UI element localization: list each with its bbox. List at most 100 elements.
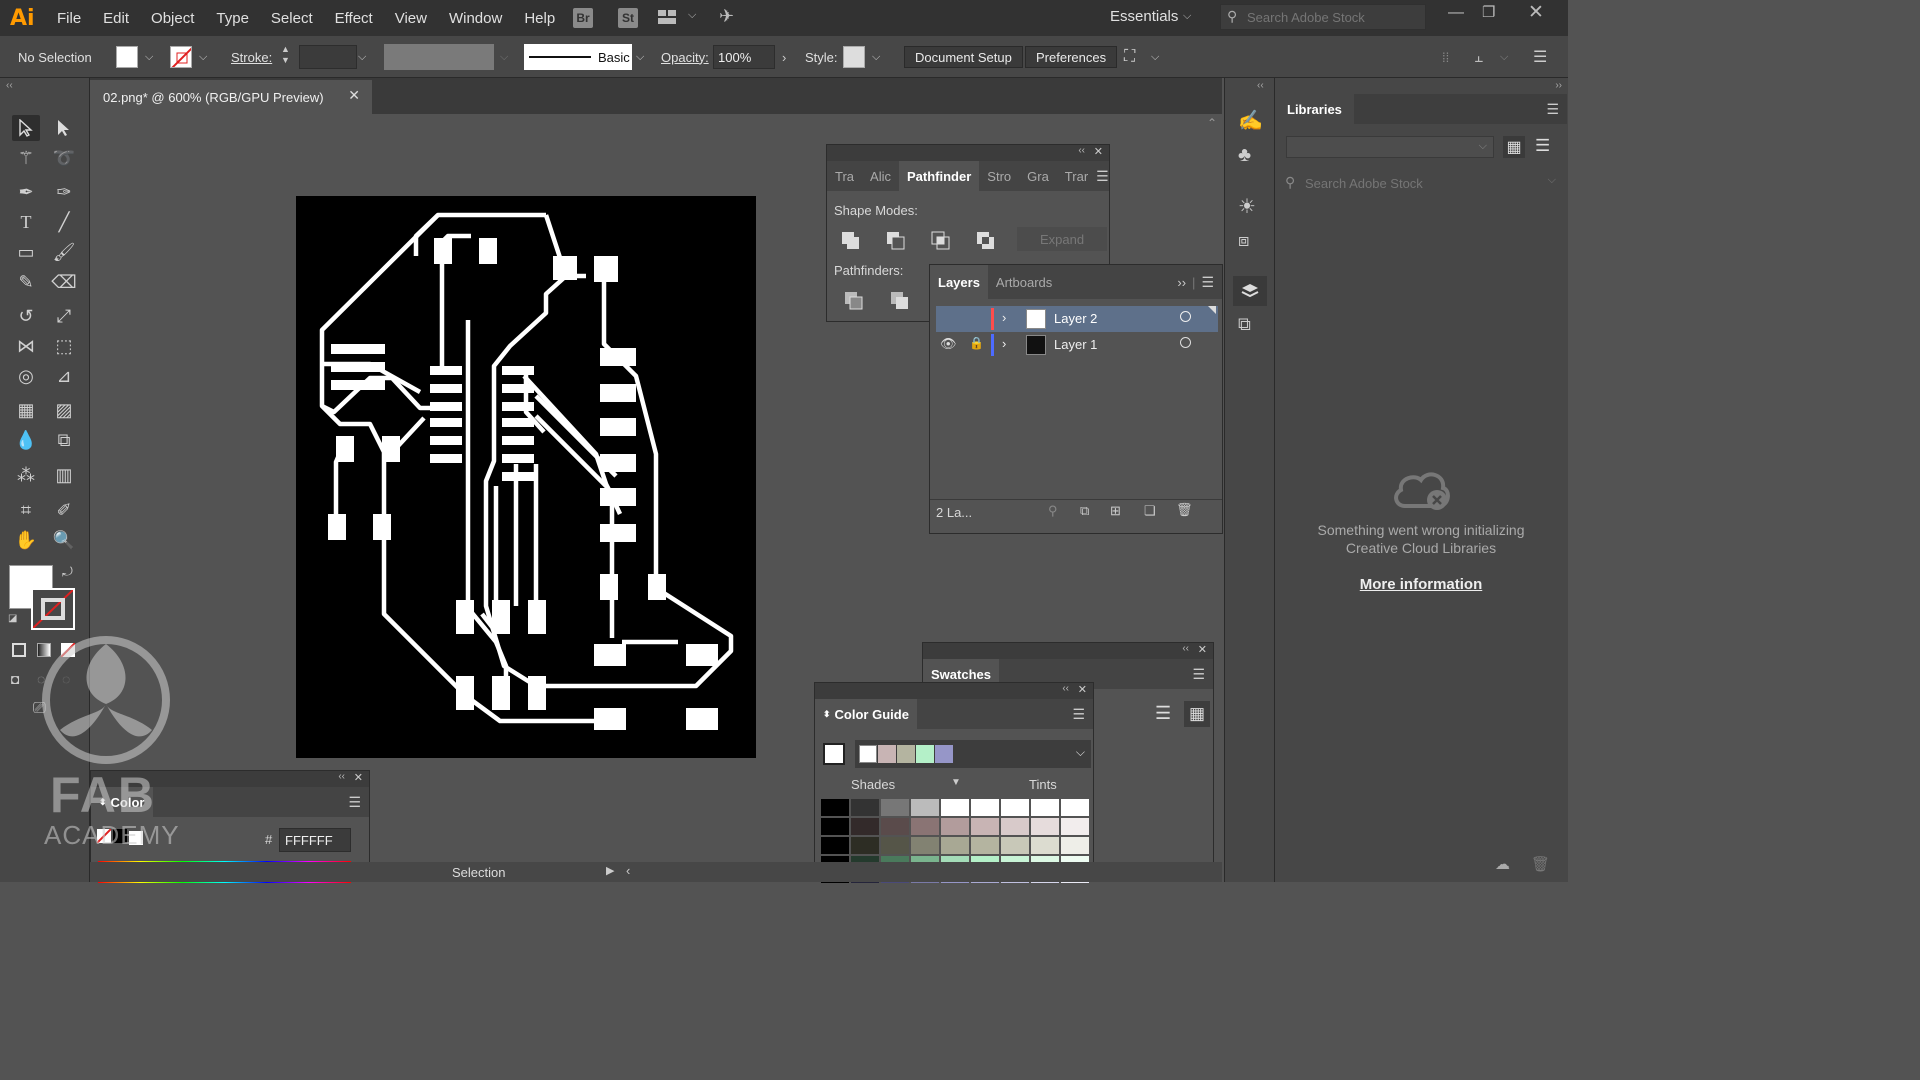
hand-tool-icon[interactable]: ✋ — [12, 527, 40, 553]
make-clipping-mask-icon[interactable]: ⧉ — [1080, 503, 1089, 519]
menu-view[interactable]: View — [384, 10, 438, 27]
collapse-dock-icon[interactable]: ‹‹ — [1257, 80, 1264, 91]
brushes-panel-icon[interactable]: ✍ — [1238, 108, 1263, 133]
style-chevron-icon[interactable]: ⌵ — [872, 44, 880, 70]
exclude-icon[interactable] — [976, 231, 996, 254]
slice-tool-icon[interactable]: ✐ — [50, 497, 78, 523]
stroke-swatch[interactable] — [170, 44, 192, 70]
tab-color[interactable]: ⬍ Color — [91, 787, 153, 817]
libraries-menu-icon[interactable]: ☰ — [1546, 101, 1559, 118]
fill-swatch[interactable] — [116, 44, 138, 70]
tab-libraries[interactable]: Libraries — [1275, 94, 1354, 124]
type-tool-icon[interactable]: T — [12, 209, 40, 235]
screen-mode-icon[interactable]: ⎚ — [33, 700, 46, 718]
menu-select[interactable]: Select — [260, 10, 324, 27]
expand-panel-icon[interactable]: ›› — [1177, 275, 1186, 290]
tab-pathfinder[interactable]: Pathfinder — [898, 161, 980, 191]
tab-gradient[interactable]: Gra — [1019, 161, 1057, 191]
minimize-icon[interactable]: — — [1448, 4, 1464, 22]
close-panel-icon[interactable]: ✕ — [1198, 643, 1207, 656]
collapse-panel-icon[interactable]: ‹‹ — [1182, 643, 1189, 654]
default-fill-stroke-icon[interactable]: ◪ — [8, 613, 17, 624]
preferences-button[interactable]: Preferences — [1025, 46, 1118, 68]
draw-inside-icon[interactable]: ◌ — [62, 671, 70, 687]
color-guide-menu-icon[interactable]: ☰ — [1072, 706, 1085, 723]
document-tab[interactable]: 02.png* @ 600% (RGB/GPU Preview) ✕ — [90, 80, 372, 114]
menu-window[interactable]: Window — [438, 10, 513, 27]
pen-tool-icon[interactable]: ✒ — [12, 179, 40, 205]
harmony-rules-dropdown[interactable]: ⌵ — [855, 740, 1091, 768]
shades-dropdown-icon[interactable]: ▼ — [951, 777, 961, 788]
list-view-icon[interactable]: ☰ — [1155, 703, 1171, 724]
tab-stroke[interactable]: Stro — [979, 161, 1019, 191]
trim-icon[interactable] — [890, 291, 910, 314]
gradient-tool-icon[interactable]: ▨ — [50, 397, 78, 423]
stroke-color-box[interactable] — [31, 588, 75, 630]
black-swatch[interactable] — [113, 829, 127, 843]
stroke-weight-chevron-icon[interactable]: ⌵ — [358, 44, 366, 70]
menu-edit[interactable]: Edit — [92, 10, 140, 27]
search-stock-input[interactable] — [1247, 8, 1422, 26]
shaper-tool-icon[interactable]: ✎ — [12, 269, 40, 295]
color-guide-panel-header[interactable]: ‹‹ ✕ — [815, 683, 1093, 699]
collapse-toolbar-icon[interactable]: ‹‹ — [6, 80, 13, 91]
swatches-menu-icon[interactable]: ☰ — [1192, 666, 1205, 683]
status-tool-label[interactable]: Selection — [452, 865, 505, 880]
graphic-styles-panel-icon[interactable]: ⧈ — [1238, 230, 1249, 251]
base-color-swatch[interactable] — [823, 743, 845, 765]
grid-view-icon[interactable]: ▦ — [1503, 136, 1525, 158]
divide-icon[interactable] — [844, 291, 864, 314]
menu-help[interactable]: Help — [513, 10, 566, 27]
artboards-panel-icon[interactable]: ⧉ — [1238, 314, 1251, 335]
lasso-tool-icon[interactable]: ➰ — [50, 145, 78, 171]
search-stock-field[interactable]: ⚲ — [1220, 4, 1426, 30]
layer-name[interactable]: Layer 1 — [1054, 337, 1097, 352]
symbol-sprayer-tool-icon[interactable]: ⁂ — [12, 462, 40, 488]
expand-layer-icon[interactable]: › — [1002, 336, 1006, 351]
tab-artboards[interactable]: Artboards — [988, 265, 1060, 299]
brush-definition[interactable]: Basic — [524, 44, 632, 70]
paintbrush-tool-icon[interactable]: 🖌 — [50, 239, 78, 265]
pathfinder-panel-header[interactable]: ‹‹ ✕ — [827, 145, 1109, 161]
stroke-weight-field[interactable] — [299, 45, 357, 69]
tab-transform[interactable]: Tra — [827, 161, 862, 191]
opacity-label[interactable]: Opacity: — [661, 44, 709, 70]
stroke-stepper[interactable]: ▲ ▼ — [281, 44, 290, 70]
style-swatch[interactable] — [843, 44, 865, 70]
draw-normal-icon[interactable]: ◘ — [11, 671, 19, 687]
align-chevron-icon[interactable]: ⌵ — [1151, 44, 1159, 70]
color-panel-header[interactable]: ‹‹ ✕ — [91, 771, 369, 787]
layer-row-layer-2[interactable]: › Layer 2 — [936, 306, 1218, 332]
opacity-field[interactable]: 100% — [713, 45, 775, 69]
column-graph-tool-icon[interactable]: ▥ — [50, 462, 78, 488]
delete-icon[interactable]: 🗑 — [1531, 855, 1550, 873]
menu-type[interactable]: Type — [205, 10, 260, 27]
chevron-down-icon[interactable]: ⌵ — [688, 9, 696, 22]
harmony-chevron-icon[interactable]: ⌵ — [1076, 745, 1085, 760]
width-tool-icon[interactable]: ⋈ — [12, 333, 40, 359]
stroke-dropdown-icon[interactable]: ⌵ — [199, 44, 207, 70]
gpu-performance-icon[interactable]: ✈ — [719, 6, 734, 27]
menu-object[interactable]: Object — [140, 10, 205, 27]
target-icon[interactable] — [1180, 311, 1191, 322]
curvature-tool-icon[interactable]: ✑ — [50, 179, 78, 205]
scroll-up-icon[interactable]: ⌃ — [1207, 116, 1217, 130]
expand-button[interactable]: Expand — [1017, 227, 1107, 251]
unite-icon[interactable] — [841, 231, 861, 254]
line-segment-tool-icon[interactable]: ╱ — [50, 209, 78, 235]
expand-dock-icon[interactable]: ›› — [1555, 80, 1562, 91]
fill-dropdown-icon[interactable]: ⌵ — [145, 44, 153, 70]
magic-wand-tool-icon[interactable]: ⚚ — [12, 145, 40, 171]
close-window-icon[interactable]: ✕ — [1528, 1, 1544, 24]
none-color-icon[interactable] — [97, 829, 111, 843]
create-sublayer-icon[interactable]: ⊞ — [1110, 503, 1121, 519]
symbols-panel-icon[interactable]: ♣ — [1238, 144, 1251, 167]
panel-menu-icon[interactable]: ☰ — [1096, 168, 1109, 185]
zoom-tool-icon[interactable]: 🔍 — [50, 527, 78, 553]
arrange-documents-icon[interactable] — [657, 9, 679, 25]
swatches-panel-header[interactable]: ‹‹ ✕ — [923, 643, 1213, 659]
status-menu-arrow-icon[interactable]: ▶ — [606, 864, 614, 877]
artboard-tool-icon[interactable]: ⌗ — [12, 497, 40, 523]
tab-color-guide[interactable]: ⬍ Color Guide — [815, 699, 917, 729]
close-tab-icon[interactable]: ✕ — [348, 87, 360, 104]
